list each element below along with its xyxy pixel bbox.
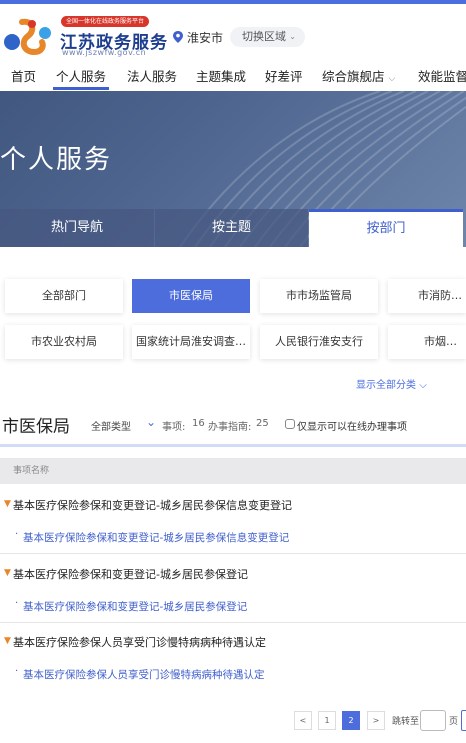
nav-item-personal[interactable]: 个人服务 — [56, 66, 106, 85]
item-guide-link[interactable]: 基本医疗保险参保和变更登记-城乡居民参保登记 — [23, 599, 247, 614]
jump-go-button[interactable] — [461, 710, 466, 731]
page-banner: 个人服务 热门导航 按主题 按部门 — [0, 91, 466, 247]
switch-region-button[interactable]: 切换区域 ⌄ — [230, 27, 305, 47]
chevron-down-icon: ⌄ — [289, 32, 296, 41]
dept-agriculture[interactable]: 市农业农村局 — [5, 325, 123, 359]
online-only-checkbox[interactable] — [285, 419, 295, 429]
items-count-value: 16 — [192, 418, 205, 429]
nav-item-supervision[interactable]: 效能监督 — [418, 66, 466, 85]
item-title[interactable]: 基本医疗保险参保人员享受门诊慢特病病种待遇认定 — [13, 634, 266, 650]
tab-hot-nav[interactable]: 热门导航 — [0, 209, 154, 247]
switch-region-label: 切换区域 — [242, 30, 286, 43]
dept-peoples-bank[interactable]: 人民银行淮安支行 — [260, 325, 378, 359]
jump-to-label: 跳转至 — [392, 717, 420, 727]
next-page-button[interactable]: > — [367, 711, 385, 730]
tab-by-department[interactable]: 按部门 — [309, 209, 463, 247]
dept-all[interactable]: 全部部门 — [5, 279, 123, 313]
dept-tobacco-bureau[interactable]: 市烟草局 — [388, 325, 466, 359]
guides-count-label: 办事指南: — [208, 422, 252, 433]
location-pin-icon — [173, 31, 183, 43]
bookmark-flag-icon: ▼ — [4, 499, 11, 509]
nav-item-flagship-label: 综合旗舰店 — [322, 69, 385, 84]
type-select[interactable]: 全部类型 — [91, 418, 131, 433]
section-divider — [0, 444, 466, 447]
dept-market-supervision[interactable]: 市市场监管局 — [260, 279, 378, 313]
bullet-icon: · — [15, 598, 19, 609]
online-only-label[interactable]: 仅显示可以在线办理事项 — [297, 418, 407, 433]
dept-fire-brigade[interactable]: 市消防支队 — [388, 279, 466, 313]
prev-page-button[interactable]: < — [294, 711, 312, 730]
nav-active-indicator — [53, 87, 109, 90]
row-divider — [0, 553, 466, 554]
category-tabs: 热门导航 按主题 按部门 — [0, 209, 466, 247]
bullet-icon: · — [15, 529, 19, 540]
item-title[interactable]: 基本医疗保险参保和变更登记-城乡居民参保信息变更登记 — [13, 497, 292, 513]
nav-item-flagship[interactable]: 综合旗舰店 ⌵ — [322, 66, 395, 85]
nav-item-home[interactable]: 首页 — [11, 66, 36, 85]
dept-medical-insurance[interactable]: 市医保局 — [132, 279, 250, 313]
bookmark-flag-icon: ▼ — [4, 568, 11, 578]
site-url: www.jszwfw.gov.cn — [62, 48, 147, 57]
dept-statistics-bureau[interactable]: 国家统计局淮安调查… — [132, 325, 250, 359]
nav-item-corporate[interactable]: 法人服务 — [127, 66, 177, 85]
page-unit-label: 页 — [449, 717, 459, 727]
item-guide-link[interactable]: 基本医疗保险参保和变更登记-城乡居民参保信息变更登记 — [23, 530, 289, 545]
main-nav: 首页 个人服务 法人服务 主题集成 好差评 综合旗舰店 ⌵ 效能监督 — [0, 62, 466, 91]
guides-count-value: 25 — [256, 418, 269, 429]
table-header: 事项名称 — [0, 458, 466, 484]
item-title[interactable]: 基本医疗保险参保和变更登记-城乡居民参保登记 — [13, 566, 248, 582]
tab-by-theme[interactable]: 按主题 — [155, 209, 308, 247]
current-city: 淮安市 — [187, 31, 224, 45]
show-all-categories-link[interactable]: 显示全部分类 ⌵ — [356, 376, 427, 391]
show-all-label: 显示全部分类 — [356, 380, 416, 391]
item-guide-link[interactable]: 基本医疗保险参保人员享受门诊慢特病病种待遇认定 — [23, 667, 265, 682]
logo-icon[interactable] — [2, 18, 54, 58]
platform-badge: 全国一体化在线政务服务平台 — [61, 16, 150, 27]
page-1-button[interactable]: 1 — [318, 711, 336, 730]
bullet-icon: · — [15, 666, 19, 677]
page-2-button[interactable]: 2 — [342, 711, 360, 730]
nav-item-rating[interactable]: 好差评 — [265, 66, 303, 85]
chevron-down-icon: ⌵ — [388, 74, 396, 84]
chevron-down-icon[interactable]: ⌄ — [146, 415, 156, 429]
items-count-label: 事项: — [162, 422, 186, 433]
site-header: 全国一体化在线政务服务平台 江苏政务服务 www.jszwfw.gov.cn 淮… — [0, 4, 466, 62]
bookmark-flag-icon: ▼ — [4, 636, 11, 646]
nav-item-theme[interactable]: 主题集成 — [196, 66, 246, 85]
row-divider — [0, 622, 466, 623]
chevron-down-icon: ⌵ — [419, 380, 427, 391]
jump-page-input[interactable] — [420, 710, 446, 731]
section-title: 市医保局 — [2, 417, 70, 437]
page-title: 个人服务 — [0, 145, 113, 175]
